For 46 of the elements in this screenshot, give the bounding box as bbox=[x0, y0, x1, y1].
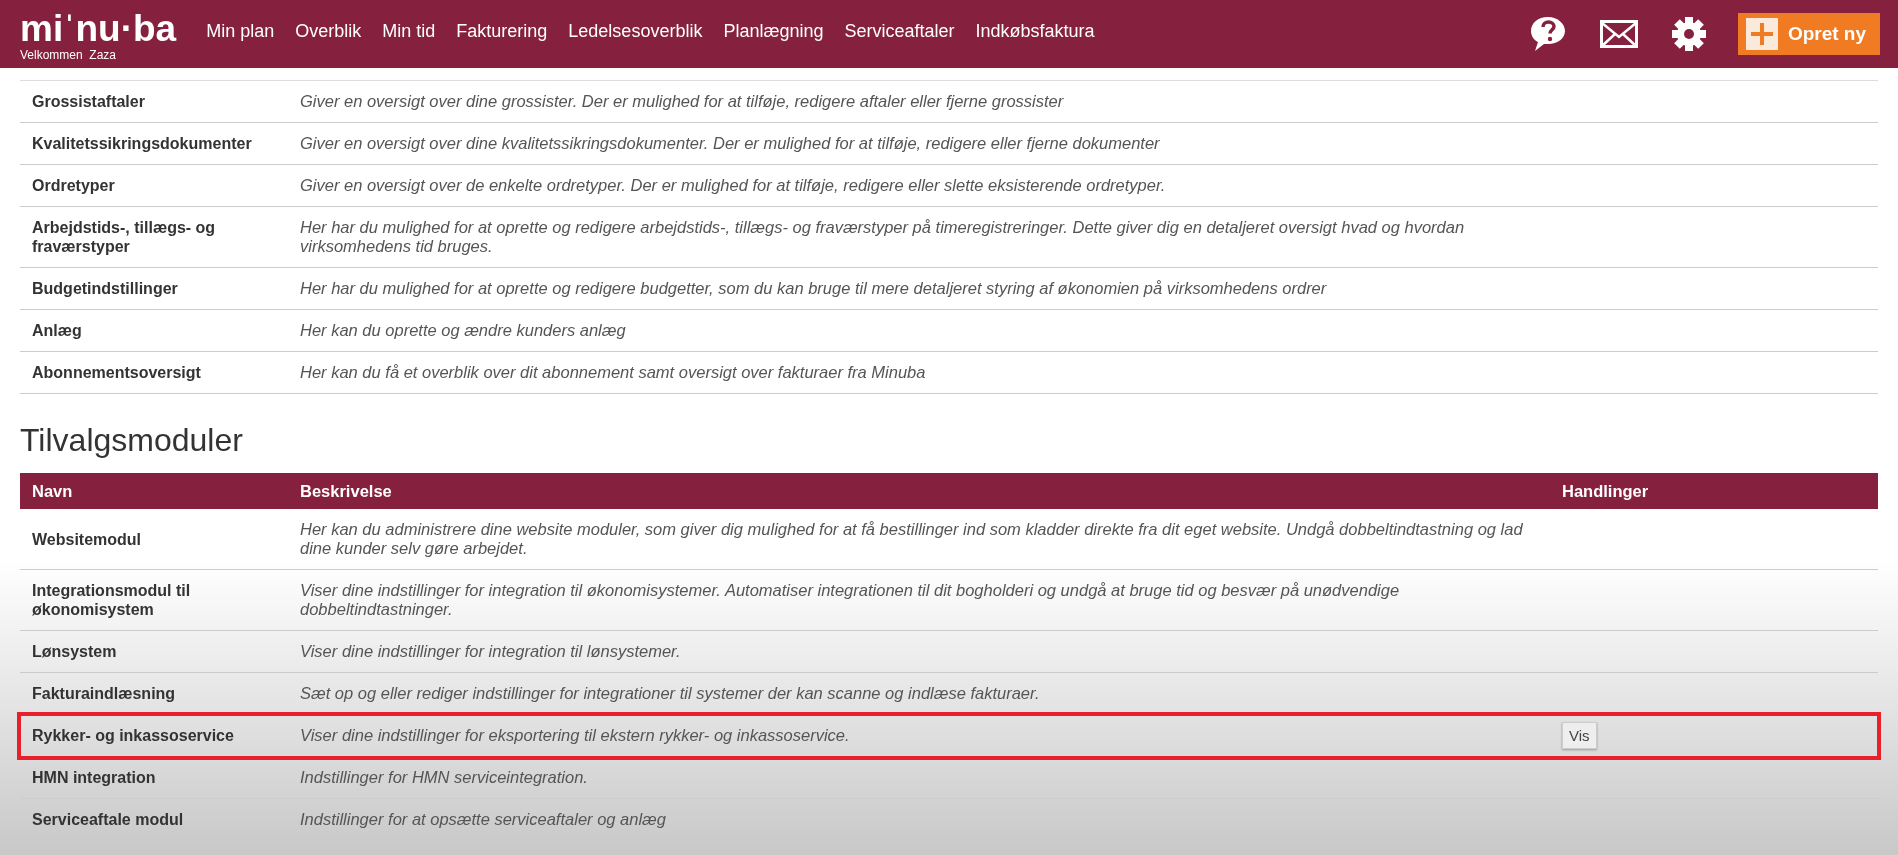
column-header: Handlinger bbox=[1561, 481, 1650, 502]
welcome-text: Velkommen Zaza bbox=[20, 48, 118, 62]
mail-icon[interactable] bbox=[1599, 20, 1638, 48]
module-description: Her har du mulighed for at oprette og redigere budgetter, som du kan bruge til mere detaljeret styring af økonomien på virksomhedens ordrer bbox=[299, 278, 1328, 299]
module-name: Ordretyper bbox=[31, 176, 116, 196]
nav-link[interactable]: Overblik bbox=[295, 20, 362, 42]
module-name: Budgetindstillinger bbox=[31, 279, 179, 299]
nav-link[interactable]: Min tid bbox=[382, 20, 436, 42]
module-name: Fakturaindlæsning bbox=[31, 684, 177, 704]
view-button[interactable]: Vis bbox=[1562, 722, 1597, 749]
module-description: Her kan du oprette og ændre kunders anlæg bbox=[299, 320, 627, 341]
module-description: Indstillinger for at opsætte serviceaftaler og anlæg bbox=[299, 809, 667, 830]
module-name: Lønsystem bbox=[31, 642, 118, 662]
module-description: Sæt op og eller rediger indstillinger for integrationer til systemer der kan scanne og indlæse fakturaer. bbox=[299, 683, 1041, 704]
nav-link[interactable]: Indkøbsfaktura bbox=[975, 20, 1095, 42]
module-description: Viser dine indstillinger for eksportering til ekstern rykker- og inkassoservice. bbox=[299, 725, 851, 746]
module-name: Rykker- og inkassoservice bbox=[31, 726, 235, 746]
section-heading: Tilvalgsmoduler bbox=[20, 422, 243, 459]
module-name: Anlæg bbox=[31, 321, 83, 341]
nav-link[interactable]: Planlægning bbox=[723, 20, 824, 42]
logo: miˈnu·ba bbox=[20, 10, 177, 48]
module-name: Serviceaftale modul bbox=[31, 810, 185, 830]
module-description: Her kan du administrere dine website moduler, som giver dig mulighed for at få bestillinger ind som kladder direkte fra dit eget website. Undgå dobbeltindtastning og lad dine kunder selv gøre arbejdet. bbox=[299, 519, 1524, 559]
module-name: Grossistaftaler bbox=[31, 92, 146, 112]
module-name: Websitemodul bbox=[31, 529, 143, 550]
module-description: Her kan du få et overblik over dit abonnement samt oversigt over fakturaer fra Minuba bbox=[299, 362, 927, 383]
module-description: Giver en oversigt over dine grossister. Der er mulighed for at tilføje, redigere aftaler eller fjerne grossister bbox=[299, 91, 1065, 112]
module-description: Viser dine indstillinger for integration til økonomisystemer. Automatiser integrationen til dit bogholderi og undgå at bruge tid og besvær på unødvendige dobbeltindtastninger. bbox=[299, 580, 1401, 620]
module-name: HMN integration bbox=[31, 768, 157, 788]
module-description: Giver en oversigt over dine kvalitetssikringsdokumenter. Der er mulighed for at tilføje, redigere eller fjerne dokumenter bbox=[299, 133, 1161, 154]
module-description: Her har du mulighed for at oprette og redigere arbejdstids-, tillægs- og fraværstyper på timeregistreringer. Dette giver dig en detaljeret oversigt hvad og hvordan virksomhedens tid bruges. bbox=[299, 217, 1466, 257]
module-name: Abonnementsoversigt bbox=[31, 363, 202, 383]
module-name: Kvalitetssikringsdokumenter bbox=[31, 134, 253, 154]
nav-link[interactable]: Ledelsesoverblik bbox=[568, 20, 703, 42]
nav-link[interactable]: Fakturering bbox=[456, 20, 548, 42]
module-name: Integrationsmodul til økonomisystem bbox=[31, 581, 192, 620]
settings-icon[interactable] bbox=[1669, 15, 1708, 53]
nav-link[interactable]: Min plan bbox=[206, 20, 275, 42]
module-description: Indstillinger for HMN serviceintegration. bbox=[299, 767, 589, 788]
column-header: Navn bbox=[31, 481, 74, 502]
nav-link[interactable]: Serviceaftaler bbox=[844, 20, 955, 42]
module-name: Arbejdstids-, tillægs- og fraværstyper bbox=[31, 218, 217, 257]
module-description: Viser dine indstillinger for integration til lønsystemer. bbox=[299, 641, 682, 662]
column-header: Beskrivelse bbox=[299, 481, 393, 502]
module-description: Giver en oversigt over de enkelte ordretyper. Der er mulighed for at tilføje, redigere eller slette eksisterende ordretyper. bbox=[299, 175, 1167, 196]
plus-icon bbox=[1745, 18, 1778, 50]
